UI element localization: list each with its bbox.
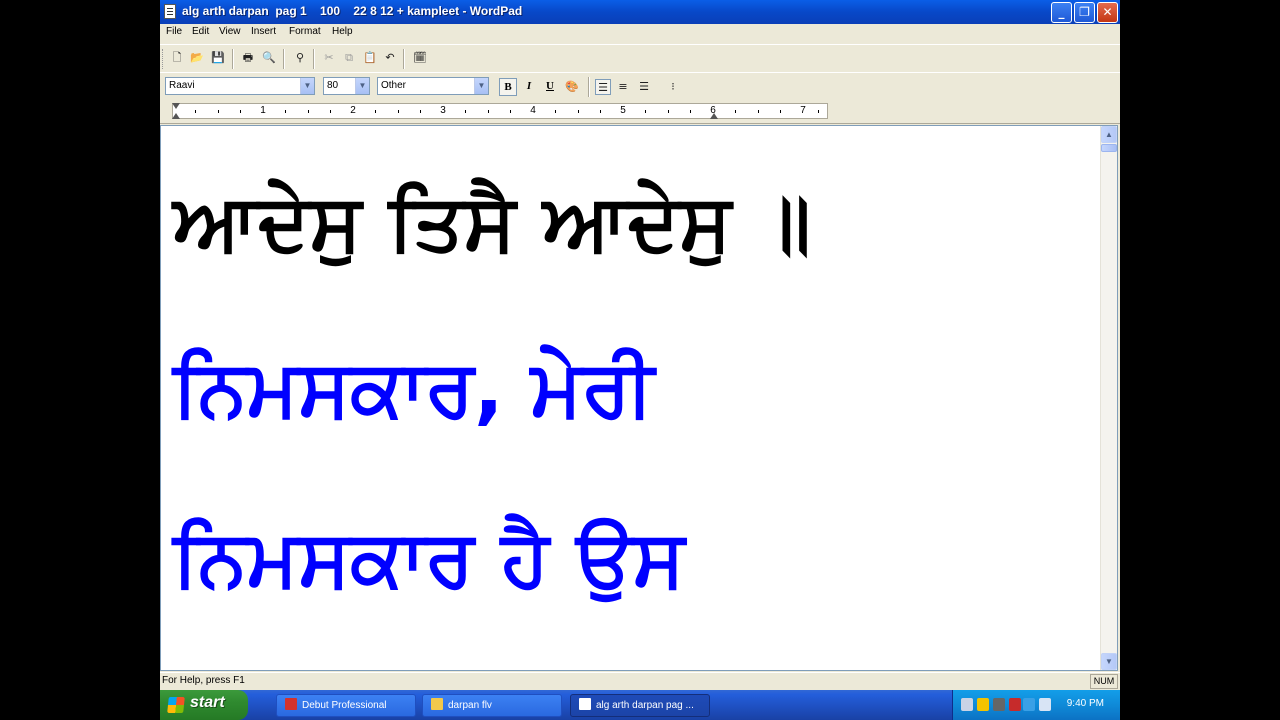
underline-button[interactable]: U — [541, 78, 559, 96]
task-label: darpan flv — [448, 700, 492, 711]
new-document-icon[interactable]: 🗋 — [169, 50, 185, 66]
document-line-2[interactable]: ਨਿਮਸਕਾਰ, ਮੇਰੀ — [173, 344, 654, 435]
align-left-icon[interactable]: ☰ — [595, 79, 611, 95]
system-tray: 9:40 PM — [952, 690, 1120, 720]
update-icon[interactable] — [993, 698, 1005, 711]
task-label: alg arth darpan pag ... — [596, 700, 694, 711]
windows-flag-icon — [167, 697, 185, 713]
menu-edit[interactable]: Edit — [192, 26, 209, 37]
align-center-icon[interactable]: ≡ — [615, 79, 631, 95]
scroll-up-button[interactable]: ▲ — [1101, 126, 1117, 143]
ruler-number: 2 — [350, 105, 356, 116]
status-help-text: For Help, press F1 — [162, 675, 245, 686]
wordpad-icon — [579, 698, 591, 710]
menu-help[interactable]: Help — [332, 26, 353, 37]
title-bar[interactable]: alg arth darpan pag 1 100 22 8 12 + kamp… — [160, 0, 1120, 24]
chevron-down-icon[interactable]: ▼ — [355, 78, 369, 94]
toolbar-separator — [232, 49, 234, 69]
script-value: Other — [381, 80, 407, 91]
scroll-down-button[interactable]: ▼ — [1101, 653, 1117, 670]
document-line-3[interactable]: ਨਿਮਸਕਾਰ ਹੈ ਉਸ — [173, 514, 685, 605]
copy-icon[interactable]: ⧉ — [341, 50, 357, 66]
paste-icon[interactable]: 📋 — [362, 50, 378, 66]
scroll-thumb[interactable] — [1101, 144, 1117, 152]
document-editor[interactable]: ਆਦੇਸੁ ਤਿਸੈ ਆਦੇਸੁ ॥ ਨਿਮਸਕਾਰ, ਮੇਰੀ ਨਿਮਸਕਾਰ… — [161, 126, 1101, 670]
chevron-down-icon[interactable]: ▼ — [300, 78, 314, 94]
window-title: alg arth darpan pag 1 100 22 8 12 + kamp… — [182, 4, 523, 18]
maximize-button[interactable]: ❐ — [1074, 2, 1095, 23]
toolbar-separator — [283, 49, 285, 69]
toolbar-separator — [588, 77, 590, 97]
chevron-down-icon[interactable]: ▼ — [474, 78, 488, 94]
screen: alg arth darpan pag 1 100 22 8 12 + kamp… — [160, 0, 1120, 720]
font-name-value: Raavi — [169, 80, 195, 91]
folder-icon — [431, 698, 443, 710]
print-preview-icon[interactable]: 🔍 — [261, 50, 277, 66]
menu-file[interactable]: File — [166, 26, 182, 37]
standard-toolbar: 🗋 📂 💾 🖶 🔍 ⚲ ✂ ⧉ 📋 ↶ 🗓 — [160, 44, 1120, 72]
save-disk-icon[interactable]: 💾 — [210, 50, 226, 66]
task-label: Debut Professional — [302, 700, 387, 711]
bold-button[interactable]: B — [499, 78, 517, 96]
menu-format[interactable]: Format — [289, 26, 321, 37]
italic-button[interactable]: I — [520, 78, 538, 96]
menu-view[interactable]: View — [219, 26, 241, 37]
first-line-indent-marker[interactable] — [172, 103, 180, 109]
minimize-button[interactable]: _ — [1051, 2, 1072, 23]
taskbar-item-darpan-flv[interactable]: darpan flv — [422, 694, 562, 717]
font-size-dropdown[interactable]: 80 ▼ — [323, 77, 370, 95]
record-icon[interactable] — [1009, 698, 1021, 711]
clock[interactable]: 9:40 PM — [1067, 698, 1104, 709]
font-size-value: 80 — [327, 80, 339, 91]
debut-app-icon — [285, 698, 297, 710]
toolbar-grip[interactable] — [162, 49, 165, 69]
status-bar: For Help, press F1 NUM — [160, 672, 1120, 690]
ruler-number: 6 — [710, 105, 716, 116]
start-label: start — [190, 694, 225, 711]
taskbar: start Debut Professional darpan flv alg … — [160, 690, 1120, 720]
close-button[interactable]: ✕ — [1097, 2, 1118, 23]
ruler-bar: 1 2 3 4 5 6 7 — [160, 100, 1120, 124]
align-right-icon[interactable]: ☰ — [636, 79, 652, 95]
ruler-number: 3 — [440, 105, 446, 116]
toolbar-separator — [313, 49, 315, 69]
ruler-number: 7 — [800, 105, 806, 116]
ruler-number: 4 — [530, 105, 536, 116]
color-palette-icon[interactable]: 🎨 — [564, 79, 580, 95]
cut-icon[interactable]: ✂ — [321, 50, 337, 66]
wordpad-icon — [164, 4, 176, 19]
find-binoculars-icon[interactable]: ⚲ — [292, 50, 308, 66]
ruler[interactable]: 1 2 3 4 5 6 7 — [172, 103, 828, 119]
font-name-dropdown[interactable]: Raavi ▼ — [165, 77, 315, 95]
script-dropdown[interactable]: Other ▼ — [377, 77, 489, 95]
display-icon[interactable] — [1039, 698, 1051, 711]
bullets-icon[interactable]: ⁝ — [665, 79, 681, 95]
document-frame: ਆਦੇਸੁ ਤਿਸੈ ਆਦੇਸੁ ॥ ਨਿਮਸਕਾਰ, ਮੇਰੀ ਨਿਮਸਕਾਰ… — [160, 125, 1118, 671]
volume-icon[interactable] — [1023, 698, 1035, 711]
insert-date-time-icon[interactable]: 🗓 — [412, 50, 428, 66]
taskbar-item-debut[interactable]: Debut Professional — [276, 694, 416, 717]
menu-insert[interactable]: Insert — [251, 26, 276, 37]
left-indent-marker[interactable] — [172, 113, 180, 119]
open-folder-icon[interactable]: 📂 — [189, 50, 205, 66]
toolbar-separator — [403, 49, 405, 69]
print-icon[interactable]: 🖶 — [240, 50, 256, 66]
ruler-number: 1 — [260, 105, 266, 116]
num-lock-indicator: NUM — [1090, 674, 1118, 689]
taskbar-item-wordpad[interactable]: alg arth darpan pag ... — [570, 694, 710, 717]
format-toolbar: Raavi ▼ 80 ▼ Other ▼ B I U 🎨 ☰ ≡ ☰ ⁝ — [160, 72, 1120, 100]
menu-bar: File Edit View Insert Format Help — [160, 24, 1120, 42]
network-icon[interactable] — [961, 698, 973, 711]
vertical-scrollbar[interactable]: ▲ ▼ — [1100, 126, 1117, 670]
document-line-1[interactable]: ਆਦੇਸੁ ਤਿਸੈ ਆਦੇਸੁ ॥ — [173, 178, 811, 269]
start-button[interactable]: start — [160, 690, 248, 720]
ruler-number: 5 — [620, 105, 626, 116]
security-shield-icon[interactable] — [977, 698, 989, 711]
undo-icon[interactable]: ↶ — [382, 50, 398, 66]
